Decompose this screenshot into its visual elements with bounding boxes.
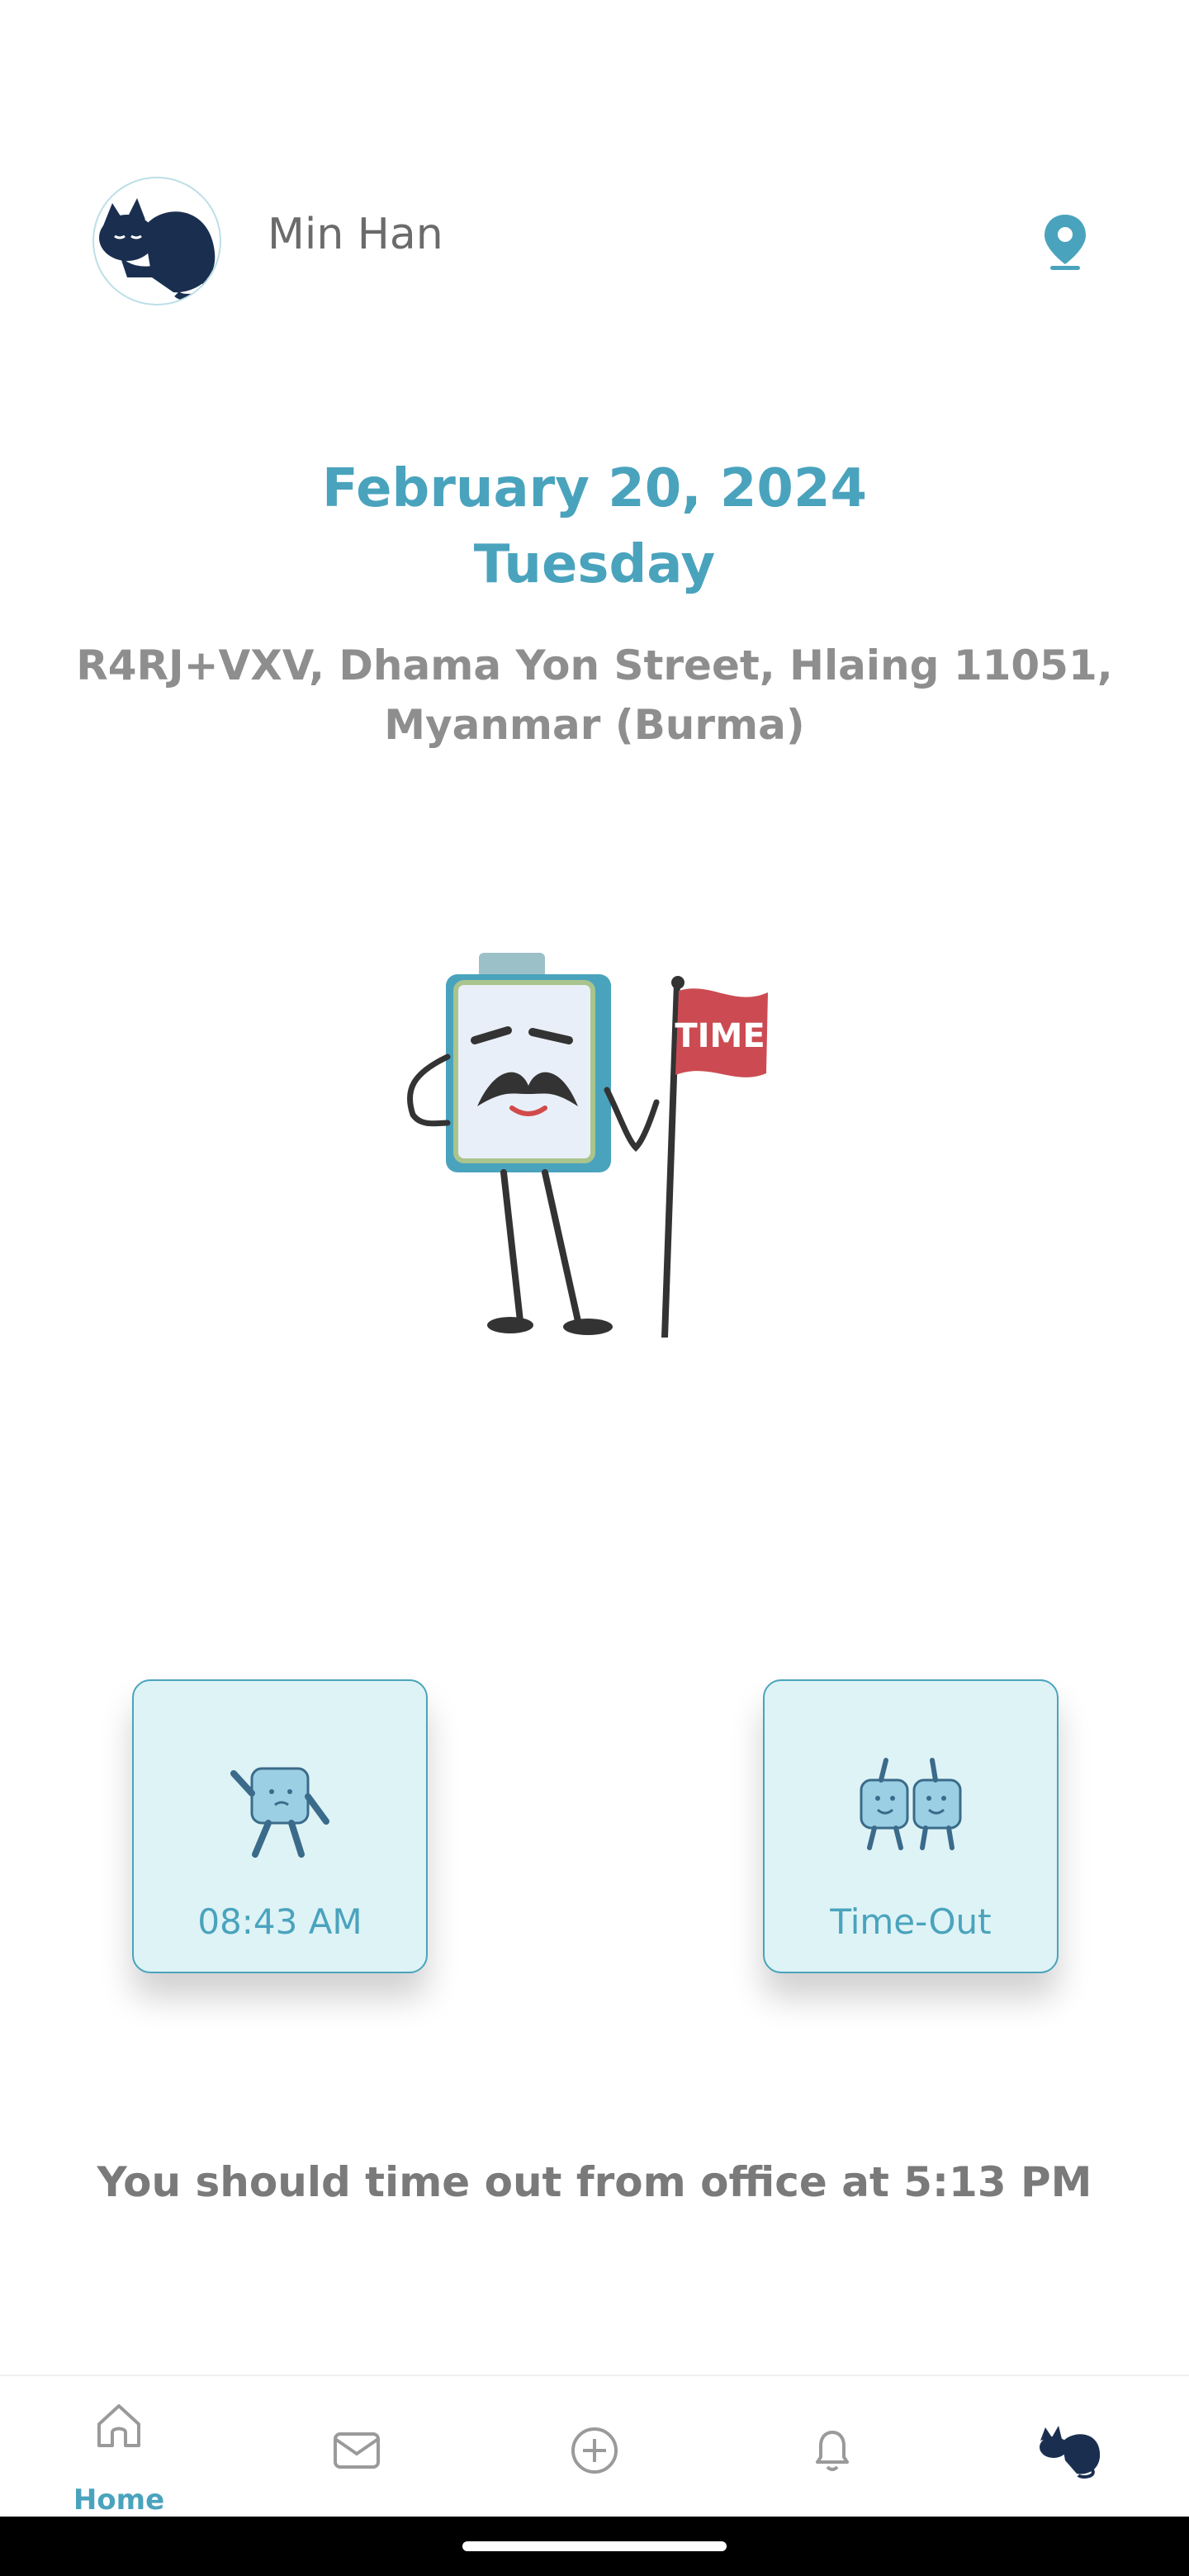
time-out-card[interactable]: Time-Out xyxy=(763,1679,1059,1973)
nav-home[interactable]: Home xyxy=(69,2401,168,2517)
nav-notifications[interactable] xyxy=(783,2401,882,2508)
flag-text: TIME xyxy=(675,1017,765,1055)
clock-mascot-illustration: TIME xyxy=(380,949,809,1341)
time-in-card[interactable]: 08:43 AM xyxy=(132,1679,428,1973)
nav-profile[interactable] xyxy=(1021,2401,1120,2508)
time-in-label: 08:43 AM xyxy=(197,1901,362,1942)
nav-home-label: Home xyxy=(73,2484,165,2517)
sleeping-cat-avatar-icon xyxy=(99,198,216,301)
nav-mail[interactable] xyxy=(307,2401,406,2508)
nav-add[interactable] xyxy=(545,2401,644,2508)
two-cubes-icon xyxy=(860,1758,962,1850)
current-date: February 20, 2024 xyxy=(322,458,867,519)
current-address: R4RJ+VXV, Dhama Yon Street, Hlaing 11051… xyxy=(76,642,1113,749)
mail-icon xyxy=(334,2432,380,2469)
time-out-reminder: You should time out from office at 5:13 … xyxy=(97,2158,1092,2206)
avatar[interactable] xyxy=(92,177,221,305)
walking-cube-icon xyxy=(230,1767,329,1858)
home-indicator[interactable] xyxy=(462,2541,727,2551)
profile-cat-icon xyxy=(1040,2426,1101,2479)
home-icon xyxy=(97,2404,140,2447)
bottom-navigation: Home xyxy=(0,2375,1189,2518)
header: Min Han xyxy=(0,0,1189,330)
bell-icon xyxy=(816,2431,849,2471)
time-out-label: Time-Out xyxy=(830,1901,992,1942)
current-weekday: Tuesday xyxy=(473,534,716,595)
user-name: Min Han xyxy=(268,210,443,259)
location-button[interactable] xyxy=(1042,213,1088,271)
add-icon xyxy=(571,2427,618,2474)
map-pin-icon xyxy=(1045,215,1086,270)
